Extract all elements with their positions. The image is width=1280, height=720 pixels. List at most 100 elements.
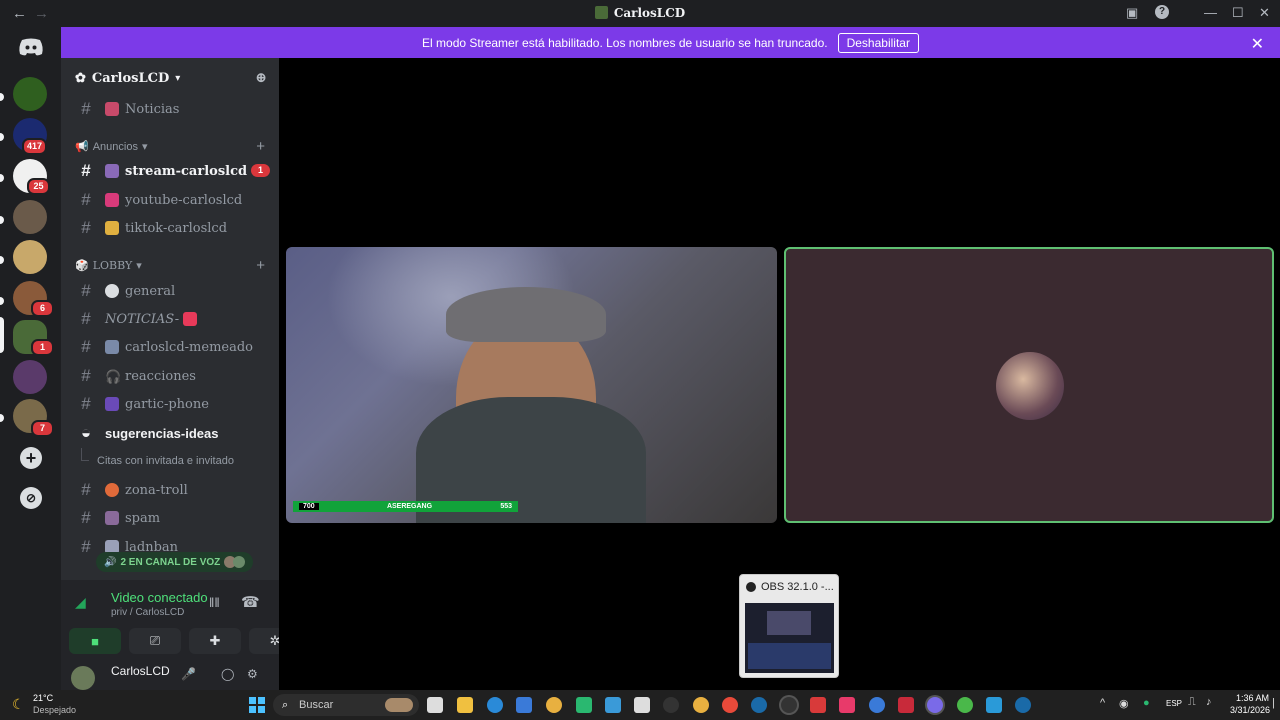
channel-stream[interactable]: # stream-carloslcd 1	[69, 158, 273, 184]
close-window-button[interactable]: ✕	[1259, 5, 1270, 21]
discord-home-icon[interactable]	[18, 37, 44, 57]
app-icon[interactable]	[869, 697, 885, 713]
server-list: 417 25 6 1 7 + ⊘	[0, 27, 61, 690]
mic-tray-icon[interactable]: ●	[1143, 697, 1150, 709]
camera-button[interactable]: ■	[69, 628, 121, 654]
tray-chevron-icon[interactable]: ^	[1100, 697, 1105, 709]
network-icon[interactable]: ⎍	[1188, 696, 1196, 709]
chrome-icon[interactable]	[722, 697, 738, 713]
server-icon-purple[interactable]	[13, 360, 47, 394]
mention-badge: 25	[27, 178, 50, 195]
minimize-button[interactable]: —	[1204, 5, 1217, 20]
close-banner-icon[interactable]: ✕	[1251, 34, 1264, 54]
store-icon[interactable]	[516, 697, 532, 713]
participant-tile[interactable]	[784, 247, 1274, 523]
invite-icon[interactable]: ⊕	[255, 70, 267, 86]
add-server-button[interactable]: +	[20, 447, 42, 469]
obs-taskbar-icon[interactable]	[781, 697, 797, 713]
category-lobby[interactable]: 🎲 LOBBY ▾ +	[75, 257, 265, 274]
vc-status-text: Video conectado	[111, 590, 208, 605]
taskbar-search[interactable]: ⌕ Buscar	[273, 694, 419, 716]
forum-icon: ◒	[80, 423, 92, 442]
steam-icon[interactable]	[751, 697, 767, 713]
avatar	[996, 352, 1064, 420]
add-channel-icon[interactable]: +	[256, 257, 265, 274]
windows-taskbar: ☾ 21°C Despejado ⌕ Buscar ^ ◉ ● ESP ⎍ ♪ 1…	[0, 690, 1280, 720]
headset-icon[interactable]: ◯	[221, 667, 234, 681]
server-icon-sand[interactable]	[13, 240, 47, 274]
app-icon[interactable]	[693, 697, 709, 713]
taskbar-preview-popup[interactable]: OBS 32.1.0 -...	[739, 574, 839, 678]
app-icon[interactable]	[605, 697, 621, 713]
clock-time[interactable]: 1:36 AM	[1236, 693, 1269, 703]
notification-bell-icon[interactable]: |	[1272, 697, 1275, 709]
channel-youtube[interactable]: # youtube-carloslcd	[69, 187, 273, 213]
inbox-icon[interactable]: ▣	[1126, 5, 1138, 21]
thread-citas[interactable]: Citas con invitada e invitado	[69, 448, 273, 474]
help-icon[interactable]: ?	[1155, 5, 1169, 19]
category-anuncios[interactable]: 📢 Anuncios ▾ +	[75, 138, 265, 155]
discord-taskbar-icon[interactable]	[927, 697, 943, 713]
task-view-icon[interactable]	[427, 697, 443, 713]
unread-pill	[0, 93, 4, 101]
start-button[interactable]	[249, 697, 265, 713]
edge-icon[interactable]	[487, 697, 503, 713]
channel-reacciones[interactable]: # 🎧 reacciones	[69, 363, 273, 389]
channel-noticias[interactable]: # Noticias	[69, 96, 273, 122]
server-logo-icon	[594, 6, 608, 19]
language-indicator[interactable]: ESP	[1166, 699, 1182, 708]
channel-tiktok[interactable]: # tiktok-carloslcd	[69, 215, 273, 241]
file-explorer-icon[interactable]	[457, 697, 473, 713]
chevron-down-icon: ▾	[175, 72, 181, 84]
guild-badge-icon: ✿	[75, 70, 86, 86]
voice-channel-pill[interactable]: 🔊 2 EN CANAL DE VOZ	[96, 552, 254, 572]
channel-sugerencias[interactable]: ◒ sugerencias-ideas	[69, 420, 273, 446]
mention-badge: 1	[31, 339, 54, 356]
settings-gear-icon[interactable]: ⚙	[247, 667, 258, 681]
capcut-icon[interactable]	[634, 697, 650, 713]
app-icon[interactable]	[576, 697, 592, 713]
tiktok-icon[interactable]	[839, 697, 855, 713]
disconnect-icon[interactable]: ☎	[241, 593, 260, 611]
noise-icon[interactable]: ‖‖	[209, 595, 220, 610]
maximize-button[interactable]: ☐	[1232, 5, 1244, 21]
mic-icon[interactable]: 🎤	[181, 667, 196, 681]
avatar[interactable]	[71, 666, 95, 690]
channel-gartic[interactable]: # gartic-phone	[69, 391, 273, 417]
camera-icon: ■	[91, 633, 99, 649]
app-icon[interactable]	[546, 697, 562, 713]
beanie	[446, 287, 606, 342]
app-icon[interactable]	[810, 697, 826, 713]
selected-pill	[0, 317, 4, 353]
popup-title: OBS 32.1.0 -...	[761, 581, 834, 593]
obs-docks	[748, 643, 831, 669]
channel-general[interactable]: # general	[69, 278, 273, 304]
volume-icon[interactable]: ♪	[1206, 696, 1212, 708]
steam-icon[interactable]	[1015, 697, 1031, 713]
tray-app-icon[interactable]: ◉	[1119, 697, 1129, 710]
disable-streamer-button[interactable]: Deshabilitar	[837, 32, 919, 53]
weather-moon-icon: ☾	[12, 696, 25, 712]
guild-header[interactable]: ✿ CarlosLCD ▾ ⊕	[61, 58, 279, 98]
server-icon-gang[interactable]	[13, 77, 47, 111]
speaker-icon: 🔊	[104, 556, 117, 568]
activities-button[interactable]: ✚	[189, 628, 241, 654]
mention-badge: 417	[22, 138, 48, 155]
server-icon-brown[interactable]	[13, 200, 47, 234]
vc-channel-text: priv / CarlosLCD	[111, 607, 185, 618]
mention-badge: 6	[31, 300, 54, 317]
media-player-icon[interactable]	[663, 697, 679, 713]
app-icon[interactable]	[898, 697, 914, 713]
channel-noticias2[interactable]: # NOTICIAS-	[69, 306, 273, 332]
banner-text: El modo Streamer está habilitado. Los no…	[422, 35, 828, 50]
discover-button[interactable]: ⊘	[20, 487, 42, 509]
chrome-icon[interactable]	[957, 697, 973, 713]
clock-date[interactable]: 3/31/2026	[1230, 705, 1270, 715]
app-icon[interactable]	[986, 697, 1002, 713]
channel-memeado[interactable]: # carloslcd-memeado	[69, 334, 273, 360]
screen-share-button[interactable]: ⎚	[129, 628, 181, 654]
channel-zona-troll[interactable]: # zona-troll	[69, 477, 273, 503]
webcam-tile[interactable]: 700 ASEREGANG 553	[286, 247, 777, 523]
add-channel-icon[interactable]: +	[256, 138, 265, 155]
channel-spam[interactable]: # spam	[69, 505, 273, 531]
